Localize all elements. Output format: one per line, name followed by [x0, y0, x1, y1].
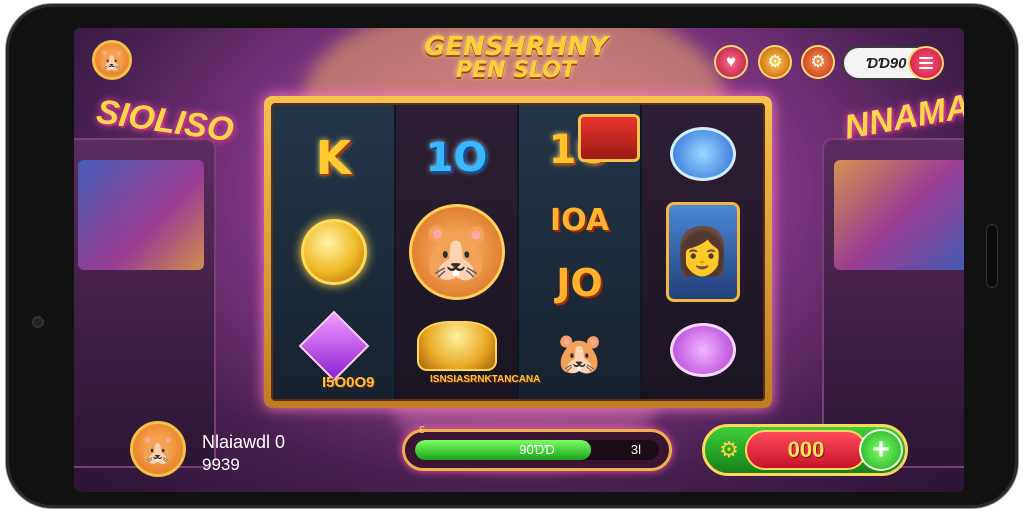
progress-end-label: 3l [630, 442, 641, 457]
camera-icon [32, 316, 44, 328]
progress-label: 90ƊƊ [519, 442, 555, 457]
reel-symbol [662, 308, 744, 392]
title-line-2: PEN SLOT [455, 58, 576, 83]
arcade-cabinet-right [822, 138, 964, 468]
reel-symbol: IOA [539, 194, 621, 248]
game-screen: SIOLISO NNAMA 🐹 GENSHRHNY PEN SLOT ♥ ⚙ ⚙… [74, 28, 964, 492]
settings-button[interactable]: ⚙ [758, 45, 792, 79]
gold-coin-icon [300, 219, 367, 285]
progress-bar: Ɛ 90ƊƊ 3l [402, 425, 672, 471]
purple-gem-icon [298, 310, 369, 382]
increase-bet-button[interactable]: + [859, 429, 903, 471]
symbol-k: K [315, 131, 352, 185]
symbol-10-blue: 1O [425, 135, 488, 181]
hamster-icon: 🐹 [554, 332, 605, 377]
reel-1-label: I5O0O9 [322, 374, 375, 391]
blue-chip-icon [669, 126, 736, 181]
plus-icon: + [872, 433, 890, 466]
reel-symbol [293, 210, 375, 294]
reel-symbol: 👩 [662, 197, 744, 307]
gear-icon: ⚙ [810, 52, 826, 71]
reel-symbol: 1O [416, 116, 498, 200]
reel-symbol: K [293, 116, 375, 200]
slot-machine-frame: K 1O 🐹 IOA JO 🐹 👩 [264, 96, 772, 408]
gift-button[interactable]: ⚙ [801, 45, 835, 79]
reels-area: K 1O 🐹 IOA JO 🐹 👩 [271, 103, 765, 401]
hamster-avatar-icon[interactable]: 🐹 [92, 40, 132, 80]
treasure-chest-icon [578, 114, 640, 162]
game-title: GENSHRHNY PEN SLOT [416, 34, 616, 82]
heart-button[interactable]: ♥ [714, 45, 748, 79]
reel-symbol [662, 112, 744, 196]
bet-settings-button[interactable]: ⚙ [709, 431, 749, 469]
progress-marker: Ɛ [419, 425, 426, 436]
heart-icon: ♥ [725, 52, 737, 71]
reel-symbol: 🐹 [539, 319, 621, 389]
side-button[interactable] [986, 224, 998, 288]
bet-controls: ⚙ 000 + [702, 424, 908, 476]
coin-balance: ƊƊ90 [842, 46, 944, 80]
hamster-badge-icon: 🐹 [408, 204, 505, 300]
gear-icon: ⚙ [767, 52, 783, 71]
gear-icon: ⚙ [719, 437, 739, 462]
purple-chip-icon [669, 323, 736, 378]
bet-amount[interactable]: 000 [745, 430, 867, 470]
reel-symbol: JO [539, 256, 621, 310]
reel-2: 1O 🐹 [396, 105, 519, 399]
hamburger-menu-icon [919, 57, 933, 59]
coin-pile-icon [416, 321, 497, 371]
woman-portrait-icon: 👩 [665, 201, 740, 302]
arcade-cabinet-left [74, 138, 216, 468]
symbol-ioa: IOA [549, 202, 610, 238]
bet-value: 000 [787, 437, 825, 462]
player-name: Nlaiawdl 0 [202, 432, 286, 452]
coin-balance-value: ƊƊ90 [866, 55, 907, 72]
player-score: 9939 [202, 455, 240, 474]
reel-symbol: 🐹 [397, 204, 517, 300]
player-avatar[interactable]: 🐹 [130, 421, 186, 477]
title-line-1: GENSHRHNY [424, 32, 608, 62]
symbol-jo: JO [556, 261, 603, 306]
menu-button[interactable] [908, 46, 944, 80]
reel-4: 👩 [642, 105, 763, 399]
reel-2-label: ISNSIASRNKTANCANA [430, 374, 541, 385]
reel-1: K [273, 105, 396, 399]
phone-frame: SIOLISO NNAMA 🐹 GENSHRHNY PEN SLOT ♥ ⚙ ⚙… [6, 4, 1018, 508]
